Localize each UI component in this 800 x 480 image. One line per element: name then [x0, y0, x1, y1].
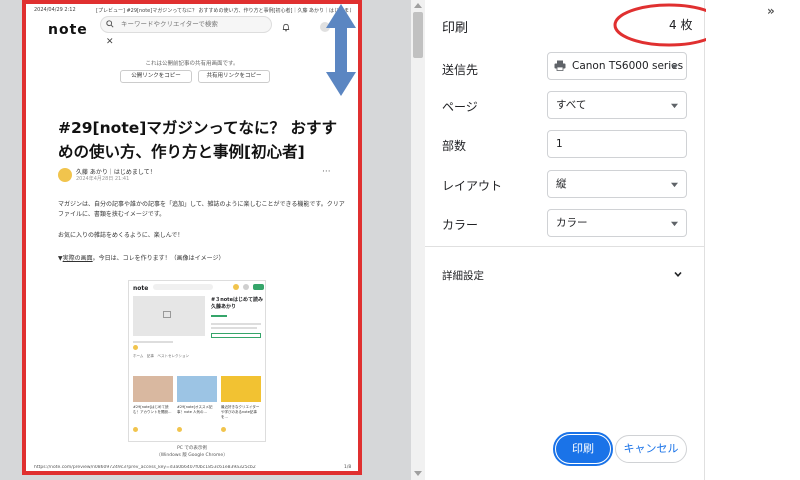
right-blank-area [706, 0, 800, 480]
page-header-date: 2024/04/29 2:12 [34, 7, 76, 13]
copy-public-link-button: 公開リンクをコピー [120, 70, 192, 83]
author-avatar [58, 168, 72, 182]
body-paragraph: お気に入りの雑誌をめくるように、楽しんで！ [58, 232, 184, 239]
screen-link: 実際の画面 [62, 255, 93, 262]
chevron-down-icon[interactable] [674, 271, 682, 278]
embed-tabs: ホーム 記事 ベストセレクション [133, 354, 189, 358]
search-icon [106, 20, 114, 28]
body-paragraph: マガジンは、自分の記事や誰かの記事を「追加」して、雑誌のように楽しむことができる… [58, 201, 345, 218]
embed-card-image [133, 376, 173, 402]
embed-avatar [233, 284, 239, 290]
author-date: 2024年4月28日 21:41 [76, 176, 130, 182]
copies-label: 部数 [442, 139, 467, 153]
page-footer-url: https://note.com/preview/n086097249c3?pr… [34, 465, 256, 470]
print-button[interactable]: 印刷 [556, 435, 610, 463]
destination-select[interactable]: Canon TS6000 series [547, 52, 687, 80]
search-input: キーワードやクリエイターで検索 [100, 16, 272, 33]
layout-select[interactable]: 縦 [547, 170, 687, 198]
chevron-down-icon [671, 182, 678, 188]
embed-author-avatar [133, 345, 138, 350]
embed-post-button [253, 284, 264, 290]
bell-icon [282, 23, 290, 32]
embed-bell [243, 284, 249, 290]
caption-line: PC での表示例 [177, 446, 207, 451]
color-select[interactable]: カラー [547, 209, 687, 237]
body-paragraph: ▼実際の画面。今日は、コレを作ります！（画像はイメージ） [58, 254, 348, 264]
scroll-up-arrow[interactable] [414, 3, 422, 8]
embed-text-line [211, 327, 257, 329]
copies-input[interactable]: 1 [547, 130, 687, 158]
shared-notice: これは公開前記事の共有用画面です。 [145, 61, 239, 67]
embed-logo: note [133, 285, 149, 292]
pages-value: すべて [556, 99, 587, 111]
color-value: カラー [556, 217, 588, 229]
pages-label: ページ [442, 100, 478, 114]
embed-author-avatar [133, 427, 138, 432]
preview-page: 2024/04/29 2:12 [プレビュー] #29[note]マガジンってな… [22, 0, 362, 475]
embed-text-line [133, 341, 173, 343]
embed-follow-button [211, 333, 261, 338]
page-header-title: [プレビュー] #29[note]マガジンってなに？ おすすめの使い方、作り方と… [96, 8, 351, 14]
cancel-button[interactable]: キャンセル [615, 435, 687, 463]
more-settings-toggle[interactable]: 詳細設定 [442, 268, 484, 283]
copy-share-link-button: 共有用リンクをコピー [198, 70, 270, 83]
scrollbar-thumb[interactable] [413, 12, 423, 58]
more-options-icon: ··· [322, 167, 331, 177]
color-label: カラー [442, 218, 479, 232]
embed-title: #３noteはじめて読み 久藤あかり [211, 297, 263, 310]
scrollbar[interactable] [411, 0, 425, 480]
page-number: 1/8 [344, 465, 352, 470]
double-arrow-icon [326, 4, 356, 96]
caption-line: （Windows 版 Google Chrome） [156, 453, 228, 458]
destination-label: 送信先 [442, 63, 479, 77]
destination-value: Canon TS6000 series [572, 60, 684, 72]
pages-select[interactable]: すべて [547, 91, 687, 119]
embed-author-avatar [221, 427, 226, 432]
embed-tag [211, 315, 227, 317]
embed-author-avatar [177, 427, 182, 432]
embed-card-caption: #29[note]はじめて読む！アカウントを開設… [133, 405, 172, 414]
embed-card-image [177, 376, 217, 402]
divider [425, 246, 705, 247]
embedded-screenshot: note #３noteはじめて読み 久藤あかり ホーム 記事 ベストセレクション… [128, 280, 266, 442]
embed-text-line [211, 323, 261, 325]
image-icon [163, 311, 171, 318]
print-dialog-title: 印刷 [442, 21, 469, 36]
scroll-down-arrow[interactable] [414, 471, 422, 476]
embed-card-caption: #29[note]オススメ記事！note 人気の… [177, 405, 213, 414]
collapse-panel-button[interactable]: » [767, 4, 775, 18]
image-caption: PC での表示例 （Windows 版 Google Chrome） [26, 445, 358, 459]
chevron-down-icon [671, 103, 678, 109]
print-preview-area: 2024/04/29 2:12 [プレビュー] #29[note]マガジンってな… [0, 0, 425, 480]
layout-value: 縦 [556, 178, 567, 190]
embed-search [153, 284, 213, 290]
close-icon: ✕ [106, 37, 114, 47]
chevron-down-icon [671, 221, 678, 227]
note-logo: note [48, 22, 88, 38]
printer-icon [554, 60, 566, 71]
chevron-down-icon [671, 64, 678, 70]
body-suffix: 。今日は、コレを作ります！（画像はイメージ） [92, 255, 225, 262]
print-settings-panel: 印刷 4 枚 送信先 Canon TS6000 series ページ すべて 部… [425, 0, 725, 480]
layout-label: レイアウト [442, 179, 503, 193]
article-title: #29[note]マガジンってなに？ おすすめの使い方、作り方と事例[初心者] [58, 119, 337, 161]
embed-card-image [221, 376, 261, 402]
embed-card-caption: 最近好きなクリエイターや学びのあるnote記事を… [221, 405, 260, 419]
